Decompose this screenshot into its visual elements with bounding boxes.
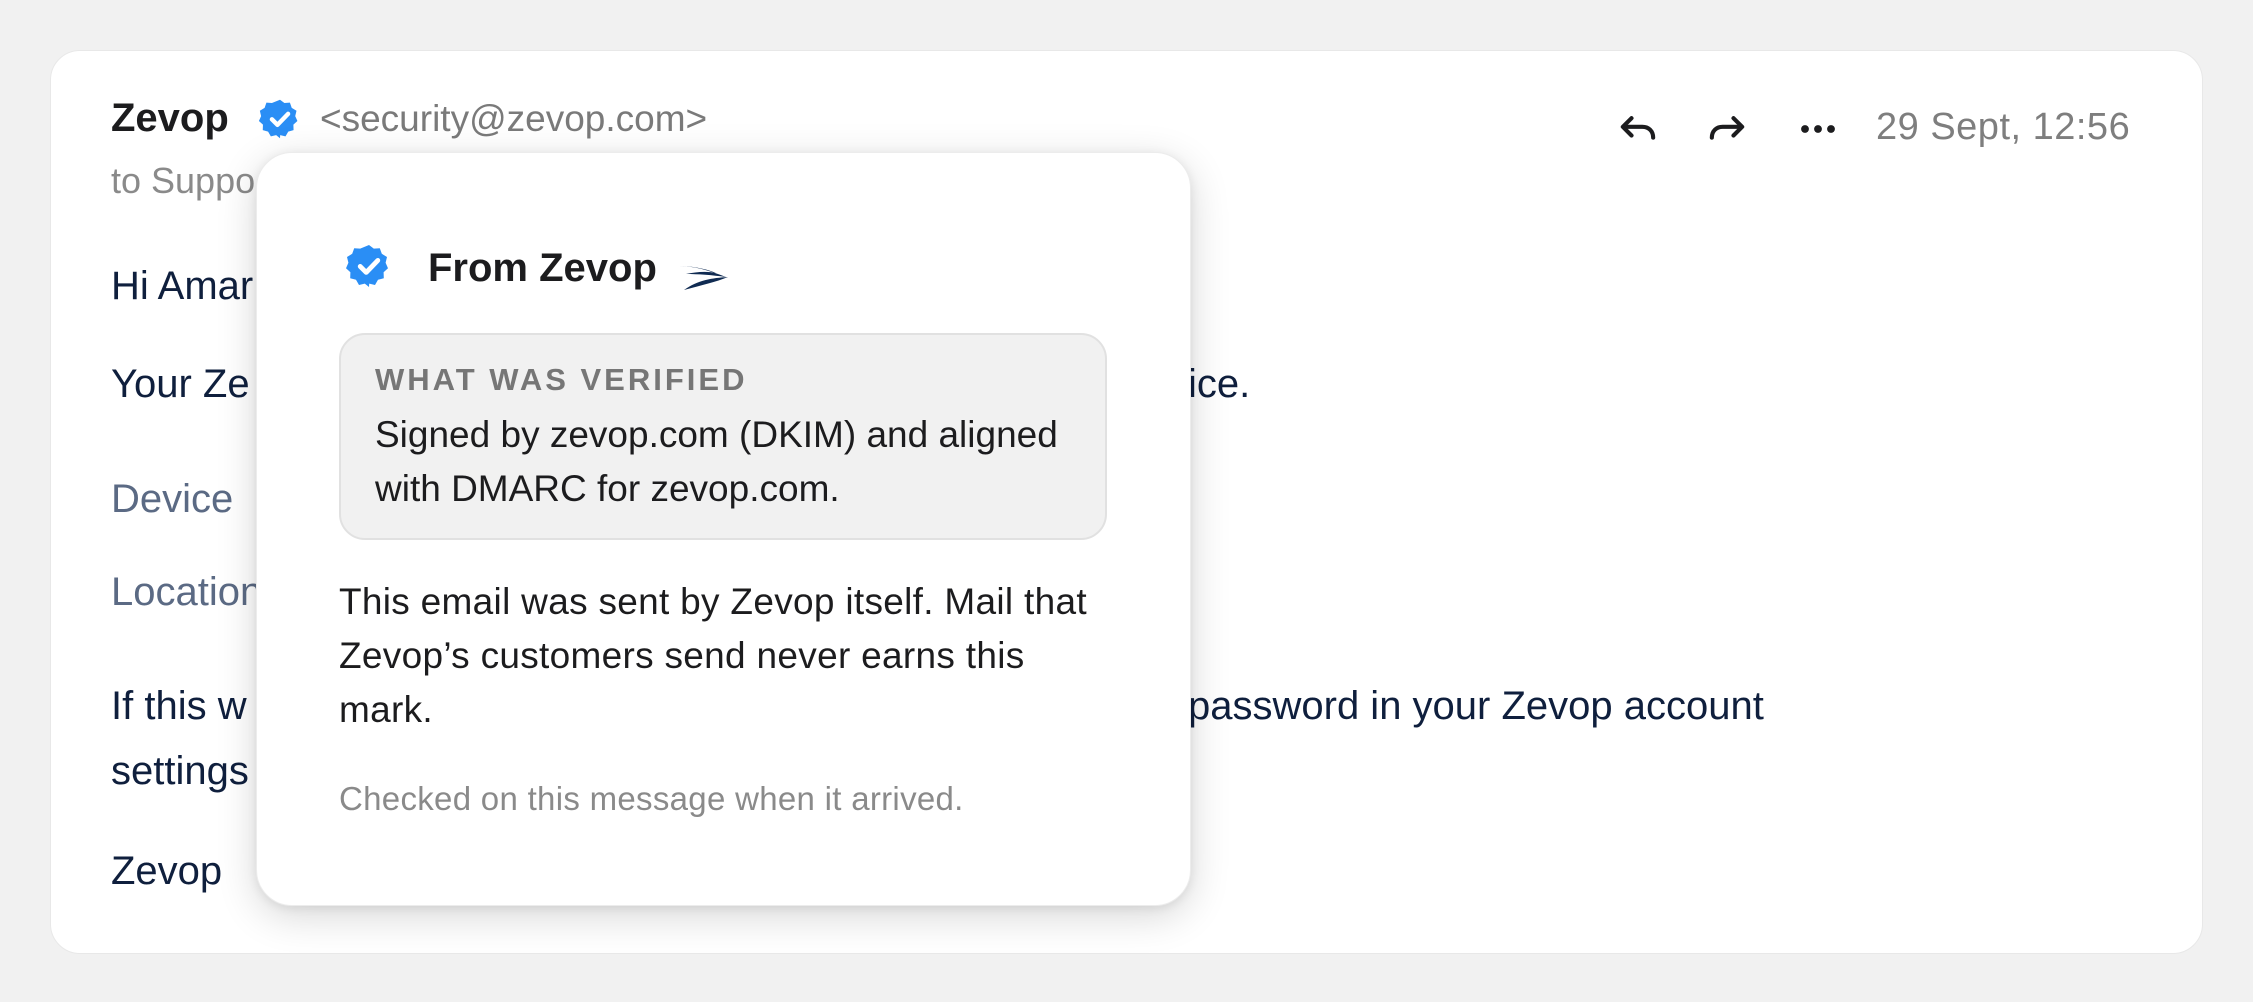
forward-button[interactable] xyxy=(1701,103,1753,155)
recipient-line: to Suppo xyxy=(111,160,256,201)
ellipsis-icon xyxy=(1801,125,1835,133)
device-label: Device xyxy=(111,477,234,521)
body-paragraph-end: password in your Zevop account xyxy=(1188,684,1764,728)
popover-description: This email was sent by Zevop itself. Mai… xyxy=(339,581,1087,730)
verified-heading: WHAT WAS VERIFIED xyxy=(375,362,748,397)
popover-footnote: Checked on this message when it arrived. xyxy=(339,780,964,817)
verified-badge-icon xyxy=(345,242,393,290)
more-options-button[interactable] xyxy=(1792,103,1844,155)
sender-email: <security@zevop.com> xyxy=(320,98,708,139)
body-paragraph-line-2: settings xyxy=(111,749,249,793)
email-date: 29 Sept, 12:56 xyxy=(1876,106,2131,148)
zevop-logo-icon xyxy=(676,252,730,292)
greeting: Hi Amar xyxy=(111,264,254,308)
verified-badge-icon[interactable] xyxy=(258,97,302,141)
body-line-1-start: Your Ze xyxy=(111,362,250,406)
forward-arrow-icon xyxy=(1709,116,1745,140)
reply-button[interactable] xyxy=(1612,103,1664,155)
body-paragraph-start: If this w xyxy=(111,684,247,728)
location-label: Location xyxy=(111,570,263,614)
reply-arrow-icon xyxy=(1620,116,1656,140)
popover-title: From Zevop xyxy=(428,246,657,290)
body-line-1-end: ice. xyxy=(1188,362,1251,406)
sender-name: Zevop xyxy=(111,96,229,140)
signature: Zevop xyxy=(111,849,223,893)
verified-detail: Signed by zevop.com (DKIM) and aligned w… xyxy=(375,414,1058,509)
